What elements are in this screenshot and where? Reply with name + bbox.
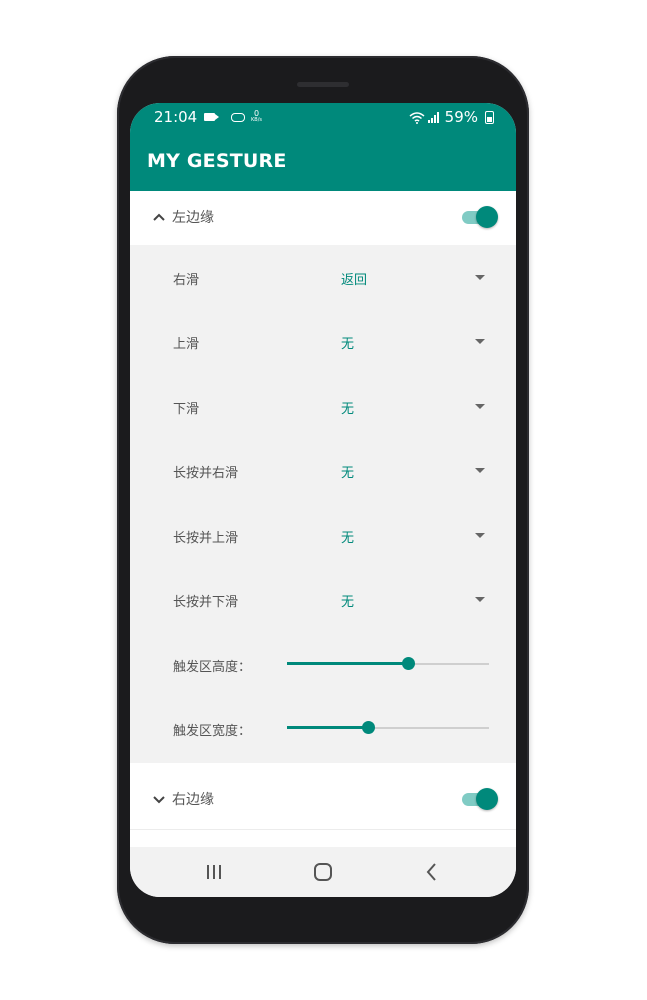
- gesture-action-select[interactable]: 无: [341, 333, 354, 352]
- screen: 21:04 0 KB/s 59% MY GESTURE 左边缘 右滑 返回 上滑…: [130, 103, 516, 897]
- app-bar: MY GESTURE: [130, 133, 516, 191]
- right-edge-toggle[interactable]: [462, 788, 498, 810]
- gesture-label: 下滑: [173, 402, 200, 417]
- trigger-height-row: 触发区高度：: [130, 632, 516, 696]
- chevron-up-icon[interactable]: [152, 210, 166, 224]
- system-navigation-bar: [130, 847, 516, 897]
- gesture-row-long-press-swipe-up[interactable]: 长按并上滑 无: [130, 503, 516, 567]
- status-time: 21:04: [154, 108, 198, 126]
- gesture-action-select[interactable]: 无: [341, 591, 354, 610]
- gesture-label: 长按并上滑: [173, 531, 239, 546]
- toggle-thumb[interactable]: [476, 206, 498, 228]
- vr-icon: [231, 112, 245, 122]
- caret-down-icon[interactable]: [475, 339, 485, 344]
- gesture-row-swipe-down[interactable]: 下滑 无: [130, 374, 516, 438]
- video-icon: [204, 113, 219, 121]
- status-bar: 21:04 0 KB/s 59%: [130, 103, 516, 133]
- left-edge-settings-panel: 右滑 返回 上滑 无 下滑 无 长按并右滑 无 长按并上滑 无 长按并下滑 无 …: [130, 245, 516, 763]
- chevron-down-icon[interactable]: [152, 792, 166, 806]
- recents-icon[interactable]: [202, 861, 226, 883]
- network-speed-value: 0: [253, 109, 260, 118]
- gesture-action-select[interactable]: 返回: [341, 269, 367, 288]
- back-icon[interactable]: [420, 861, 444, 883]
- earpiece-speaker: [297, 82, 349, 87]
- caret-down-icon[interactable]: [475, 404, 485, 409]
- gesture-row-long-press-swipe-down[interactable]: 长按并下滑 无: [130, 567, 516, 631]
- wifi-icon: [409, 112, 425, 124]
- caret-down-icon[interactable]: [475, 533, 485, 538]
- section-label-right-edge: 右边缘: [172, 792, 214, 808]
- gesture-action-select[interactable]: 无: [341, 527, 354, 546]
- trigger-height-slider[interactable]: [287, 656, 489, 672]
- section-divider: [130, 829, 516, 830]
- slider-fill: [287, 726, 368, 729]
- caret-down-icon[interactable]: [475, 468, 485, 473]
- gesture-action-select[interactable]: 无: [341, 462, 354, 481]
- app-title: MY GESTURE: [147, 150, 287, 172]
- trigger-height-label: 触发区高度：: [173, 660, 252, 675]
- trigger-width-row: 触发区宽度：: [130, 696, 516, 760]
- gesture-label: 上滑: [173, 337, 200, 352]
- caret-down-icon[interactable]: [475, 597, 485, 602]
- trigger-width-label: 触发区宽度：: [173, 724, 252, 739]
- status-system-icons: 59%: [409, 108, 494, 126]
- trigger-width-slider[interactable]: [287, 720, 489, 736]
- slider-knob[interactable]: [402, 657, 415, 670]
- phone-frame: 21:04 0 KB/s 59% MY GESTURE 左边缘 右滑 返回 上滑…: [117, 56, 529, 944]
- battery-icon: [485, 110, 494, 124]
- battery-percentage: 59%: [444, 108, 478, 126]
- gesture-label: 长按并右滑: [173, 466, 239, 481]
- caret-down-icon[interactable]: [475, 275, 485, 280]
- slider-fill: [287, 662, 408, 665]
- section-header-right-edge[interactable]: 右边缘: [130, 773, 516, 829]
- gesture-row-swipe-right[interactable]: 右滑 返回: [130, 245, 516, 309]
- gesture-row-long-press-swipe-right[interactable]: 长按并右滑 无: [130, 438, 516, 502]
- network-speed-unit: KB/s: [251, 117, 262, 123]
- signal-icon: [427, 111, 440, 123]
- section-header-left-edge[interactable]: 左边缘: [130, 191, 516, 245]
- toggle-thumb[interactable]: [476, 788, 498, 810]
- status-notification-icons: 0 KB/s: [204, 110, 262, 124]
- section-label-left-edge: 左边缘: [172, 210, 214, 226]
- gesture-row-swipe-up[interactable]: 上滑 无: [130, 309, 516, 373]
- gesture-label: 右滑: [173, 273, 200, 288]
- slider-knob[interactable]: [362, 721, 375, 734]
- gesture-action-select[interactable]: 无: [341, 398, 354, 417]
- gesture-label: 长按并下滑: [173, 595, 239, 610]
- home-icon[interactable]: [311, 861, 335, 883]
- left-edge-toggle[interactable]: [462, 206, 498, 228]
- network-speed: 0 KB/s: [251, 110, 262, 124]
